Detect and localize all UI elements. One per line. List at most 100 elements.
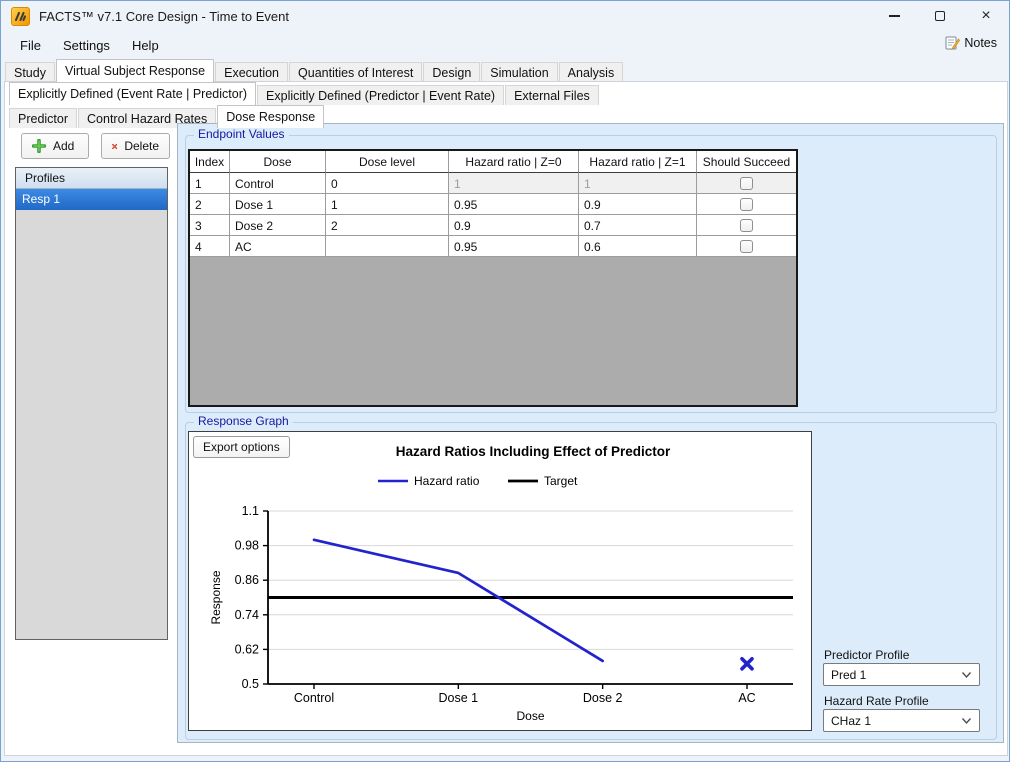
cell-should-succeed xyxy=(697,236,796,257)
dose-tab-strip: PredictorControl Hazard RatesDose Respon… xyxy=(9,107,325,128)
tab-simulation[interactable]: Simulation xyxy=(481,62,557,82)
menu-file[interactable]: File xyxy=(9,34,52,57)
chevron-down-icon xyxy=(961,671,972,679)
should-succeed-checkbox[interactable] xyxy=(740,240,753,253)
cell-hazard-ratio-z1: 1 xyxy=(579,173,697,194)
maximize-button[interactable] xyxy=(917,1,963,31)
cell-hazard-ratio-z0[interactable]: 0.9 xyxy=(449,215,579,236)
cell-hazard-ratio-z0[interactable]: 0.95 xyxy=(449,236,579,257)
add-button-label: Add xyxy=(53,139,74,153)
tab-page: Explicitly Defined (Event Rate | Predict… xyxy=(4,81,1008,756)
predictor-profile-value: Pred 1 xyxy=(831,668,866,682)
predictor-profile-label: Predictor Profile xyxy=(824,648,909,662)
notes-icon xyxy=(944,35,960,51)
cell-dose[interactable]: Dose 1 xyxy=(230,194,326,215)
tab-execution[interactable]: Execution xyxy=(215,62,288,82)
cell-dose-level[interactable]: 0 xyxy=(326,173,449,194)
table-row: 4AC0.950.6 xyxy=(190,236,796,257)
column-header-dose-level: Dose level xyxy=(326,151,449,173)
cell-hazard-ratio-z0: 1 xyxy=(449,173,579,194)
app-window: FACTS™ v7.1 Core Design - Time to Event … xyxy=(0,0,1010,762)
tab-predictor[interactable]: Predictor xyxy=(9,108,77,128)
cell-hazard-ratio-z1[interactable]: 0.6 xyxy=(579,236,697,257)
tab-quantities-of-interest[interactable]: Quantities of Interest xyxy=(289,62,422,82)
column-header-dose: Dose xyxy=(230,151,326,173)
tab-virtual-subject-response[interactable]: Virtual Subject Response xyxy=(56,59,214,82)
chevron-down-icon xyxy=(961,717,972,725)
chart-plot-area: Hazard Ratios Including Effect of Predic… xyxy=(189,432,811,733)
cell-index: 2 xyxy=(190,194,230,215)
tab-explicitly-defined-predictor-event-rate[interactable]: Explicitly Defined (Predictor | Event Ra… xyxy=(257,85,504,105)
table-row: 1Control011 xyxy=(190,173,796,194)
svg-text:0.74: 0.74 xyxy=(235,608,259,622)
menu-bar: FileSettingsHelp Notes xyxy=(1,31,1009,60)
should-succeed-checkbox[interactable] xyxy=(740,198,753,211)
cell-dose-level[interactable]: 2 xyxy=(326,215,449,236)
close-button[interactable]: × xyxy=(963,1,1009,31)
svg-text:Dose 2: Dose 2 xyxy=(583,691,623,705)
column-header-index: Index xyxy=(190,151,230,173)
response-chart: Export options Hazard Ratios Including E… xyxy=(188,431,812,731)
main-tab-strip: StudyVirtual Subject ResponseExecutionQu… xyxy=(5,60,624,82)
hazard-rate-profile-select[interactable]: CHaz 1 xyxy=(823,709,980,732)
tab-analysis[interactable]: Analysis xyxy=(559,62,624,82)
profiles-list: Profiles Resp 1 xyxy=(15,167,168,640)
predictor-profile-select[interactable]: Pred 1 xyxy=(823,663,980,686)
svg-text:Dose: Dose xyxy=(516,709,544,723)
facts-logo-icon xyxy=(11,7,30,26)
cell-dose-level[interactable]: 1 xyxy=(326,194,449,215)
cell-should-succeed xyxy=(697,173,796,194)
tab-explicitly-defined-event-rate-predictor[interactable]: Explicitly Defined (Event Rate | Predict… xyxy=(9,82,256,105)
cell-hazard-ratio-z1[interactable]: 0.9 xyxy=(579,194,697,215)
svg-text:Hazard Ratios Including Effect: Hazard Ratios Including Effect of Predic… xyxy=(396,444,671,459)
menu-help[interactable]: Help xyxy=(121,34,170,57)
should-succeed-checkbox[interactable] xyxy=(740,219,753,232)
svg-text:Dose 1: Dose 1 xyxy=(439,691,479,705)
column-header-should-succeed: Should Succeed xyxy=(697,151,796,173)
response-tab-strip: Explicitly Defined (Event Rate | Predict… xyxy=(9,84,600,105)
delete-button[interactable]: Delete xyxy=(101,133,170,159)
tab-external-files[interactable]: External Files xyxy=(505,85,599,105)
profile-item-resp-1[interactable]: Resp 1 xyxy=(16,189,167,210)
svg-text:0.62: 0.62 xyxy=(235,642,259,656)
column-header-hazard-ratio-z-0: Hazard ratio | Z=0 xyxy=(449,151,579,173)
svg-text:Control: Control xyxy=(294,691,334,705)
maximize-icon xyxy=(935,11,945,21)
tab-dose-response[interactable]: Dose Response xyxy=(217,105,324,128)
tab-study[interactable]: Study xyxy=(5,62,55,82)
response-graph-group-label: Response Graph xyxy=(194,414,293,428)
tab-design[interactable]: Design xyxy=(423,62,480,82)
window-title: FACTS™ v7.1 Core Design - Time to Event xyxy=(39,9,289,24)
dose-response-panel: Endpoint Values IndexDoseDose levelHazar… xyxy=(177,123,1004,743)
cell-hazard-ratio-z1[interactable]: 0.7 xyxy=(579,215,697,236)
minimize-button[interactable] xyxy=(871,1,917,31)
menu-settings[interactable]: Settings xyxy=(52,34,121,57)
table-row: 2Dose 110.950.9 xyxy=(190,194,796,215)
notes-button[interactable]: Notes xyxy=(944,35,997,51)
cell-dose[interactable]: AC xyxy=(230,236,326,257)
cell-dose[interactable]: Dose 2 xyxy=(230,215,326,236)
table-header-row: IndexDoseDose levelHazard ratio | Z=0Haz… xyxy=(190,151,796,173)
add-plus-icon xyxy=(32,139,46,153)
svg-text:Hazard ratio: Hazard ratio xyxy=(414,474,480,488)
cell-hazard-ratio-z0[interactable]: 0.95 xyxy=(449,194,579,215)
export-options-button[interactable]: Export options xyxy=(193,436,290,458)
table-empty-area xyxy=(190,257,796,405)
cell-dose[interactable]: Control xyxy=(230,173,326,194)
cell-index: 3 xyxy=(190,215,230,236)
svg-text:0.98: 0.98 xyxy=(235,539,259,553)
svg-text:Response: Response xyxy=(209,570,223,624)
cell-index: 1 xyxy=(190,173,230,194)
column-header-hazard-ratio-z-1: Hazard ratio | Z=1 xyxy=(579,151,697,173)
svg-text:0.86: 0.86 xyxy=(235,573,259,587)
should-succeed-checkbox[interactable] xyxy=(740,177,753,190)
svg-text:Target: Target xyxy=(544,474,578,488)
hazard-rate-profile-value: CHaz 1 xyxy=(831,714,871,728)
cell-dose-level[interactable] xyxy=(326,236,449,257)
notes-label: Notes xyxy=(964,36,997,50)
svg-text:AC: AC xyxy=(738,691,755,705)
hazard-rate-profile-label: Hazard Rate Profile xyxy=(824,694,929,708)
add-button[interactable]: Add xyxy=(21,133,89,159)
cell-should-succeed xyxy=(697,215,796,236)
endpoint-values-group-label: Endpoint Values xyxy=(194,127,289,141)
